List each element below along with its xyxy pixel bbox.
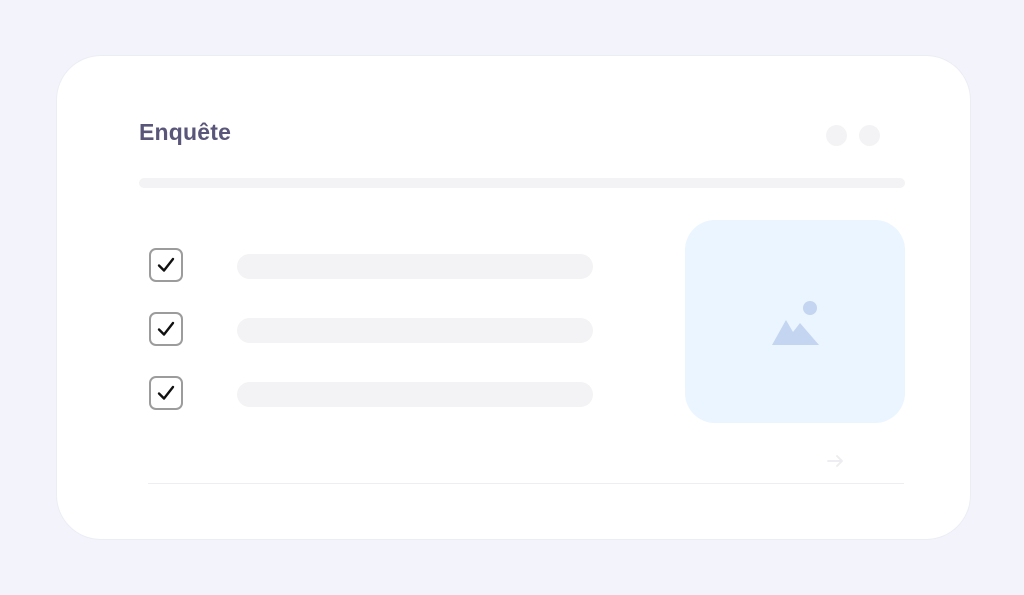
image-placeholder <box>685 220 905 423</box>
checklist-item-1 <box>149 248 609 288</box>
image-placeholder-icon <box>772 301 819 345</box>
window-dot-2-icon[interactable] <box>859 125 880 146</box>
survey-card: Enquête <box>57 56 970 539</box>
checkbox-1[interactable] <box>149 248 183 282</box>
checkmark-icon <box>157 257 175 272</box>
checklist-item-3-placeholder <box>237 382 593 407</box>
checklist-item-2 <box>149 312 609 352</box>
checkbox-3[interactable] <box>149 376 183 410</box>
checklist-item-1-placeholder <box>237 254 593 279</box>
window-dot-1-icon[interactable] <box>826 125 847 146</box>
checklist-item-2-placeholder <box>237 318 593 343</box>
checklist-item-3 <box>149 376 609 416</box>
header-placeholder-bar <box>139 178 905 188</box>
arrow-right-icon[interactable] <box>827 452 845 470</box>
checkmark-icon <box>157 385 175 400</box>
footer-divider <box>148 483 904 484</box>
checkmark-icon <box>157 321 175 336</box>
checkbox-2[interactable] <box>149 312 183 346</box>
survey-title: Enquête <box>139 119 232 145</box>
